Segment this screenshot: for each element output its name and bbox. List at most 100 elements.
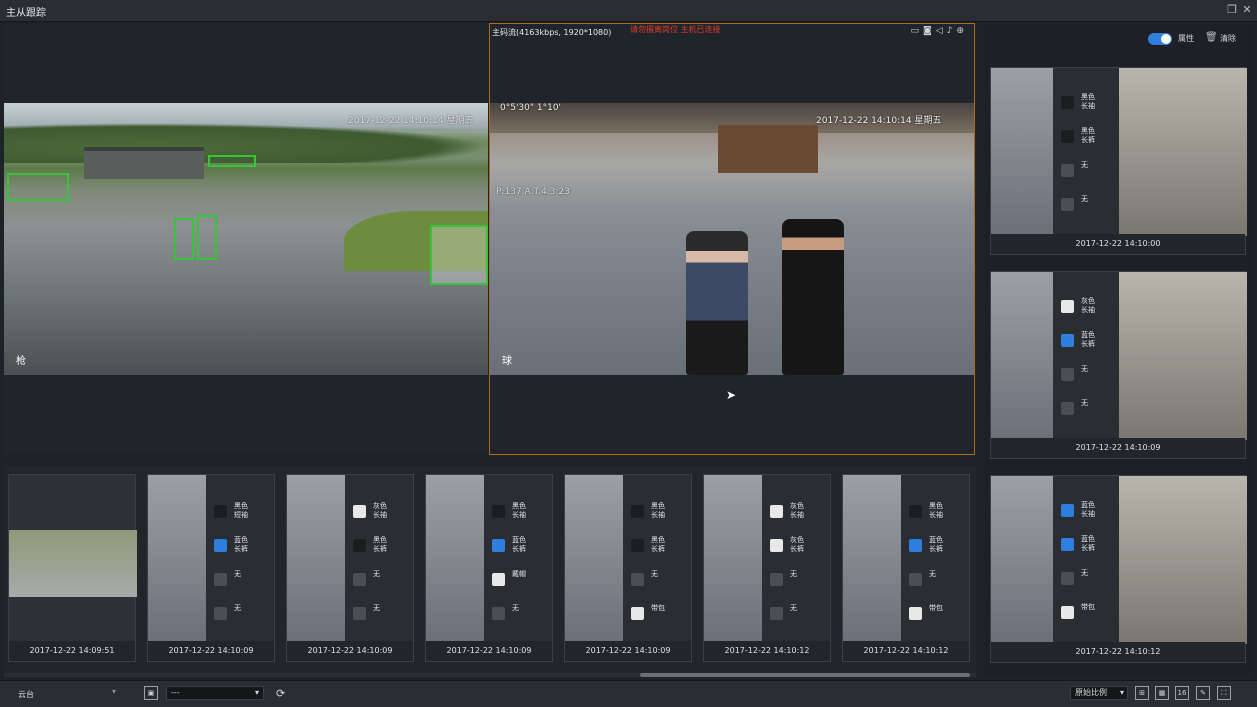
capture-card[interactable]: 灰色 长袖 黑色 长裤无无 2017-12-22 14:10:09 (286, 474, 414, 662)
attribute-row: 无 (1053, 160, 1119, 184)
refresh-icon[interactable]: ⟳ (276, 687, 285, 700)
vehicle-image (9, 530, 137, 597)
capture-timestamp: 2017-12-22 14:09:51 (9, 641, 135, 661)
attribute-text: 无 (234, 570, 241, 578)
capture-timestamp: 2017-12-22 14:10:12 (704, 641, 830, 661)
attribute-row: 黑色 长袖 (623, 501, 691, 525)
hat-icon (1061, 164, 1074, 177)
attribute-row: 蓝色 长裤 (1053, 534, 1119, 558)
mouse-cursor: ➤ (726, 388, 737, 402)
attribute-row: 灰色 长袖 (1053, 296, 1119, 320)
bag-icon (353, 607, 366, 620)
dome-camera-video[interactable]: 0°5'30" 1°10' 2017-12-22 14:10:14 星期五 P:… (490, 103, 974, 375)
ratio-select[interactable]: 原始比例 ▾ (1070, 686, 1128, 700)
attribute-list: 灰色 长袖 蓝色 长裤无无 (1053, 272, 1119, 440)
attribute-row: 带包 (623, 603, 691, 627)
preset-select[interactable]: --- ▾ (166, 686, 264, 700)
bag-icon (770, 607, 783, 620)
attribute-row: 黑色 长裤 (1053, 126, 1119, 150)
top-icon (492, 505, 505, 518)
toggle-switch[interactable] (1148, 33, 1172, 45)
attribute-text: 无 (373, 570, 380, 578)
bag-icon (1061, 606, 1074, 619)
osd-time: 2017-12-22 14:10:14 星期五 (816, 116, 942, 126)
edit-icon[interactable]: ✎ (1196, 686, 1210, 700)
mic-icon[interactable]: ♪ (947, 26, 957, 36)
person-body-image (426, 475, 484, 643)
vehicle-detection-box (7, 173, 69, 201)
chevron-down-icon[interactable]: ▾ (112, 687, 116, 696)
capture-card[interactable]: 黑色 短袖 蓝色 长裤无无 2017-12-22 14:10:09 (147, 474, 275, 662)
fullscreen-icon[interactable]: ⛶ (1217, 686, 1231, 700)
hat-icon (353, 573, 366, 586)
person-body-image (991, 476, 1053, 644)
snapshot-icon[interactable]: ◙ (923, 26, 936, 36)
attribute-text: 黑色 长袖 (512, 502, 526, 519)
attribute-text: 无 (1081, 365, 1088, 373)
strip-scrollbar[interactable] (4, 673, 976, 677)
attribute-text: 蓝色 长裤 (1081, 331, 1095, 348)
attribute-text: 无 (1081, 399, 1088, 407)
attribute-row: 无 (345, 603, 413, 627)
chevron-down-icon: ▾ (254, 688, 259, 697)
capture-card[interactable]: 黑色 长袖 黑色 长裤无带包 2017-12-22 14:10:09 (564, 474, 692, 662)
person-body-image (843, 475, 901, 643)
hat-icon (214, 573, 227, 586)
face-image (1119, 272, 1247, 440)
attribute-text: 无 (373, 604, 380, 612)
pants-icon (214, 539, 227, 552)
attribute-text: 蓝色 长袖 (1081, 501, 1095, 518)
restore-icon[interactable]: ❐ (1225, 3, 1239, 17)
attribute-list: 黑色 长袖 黑色 长裤无无 (1053, 68, 1119, 236)
top-icon (1061, 96, 1074, 109)
attribute-list: 灰色 长袖 灰色 长裤无无 (762, 475, 830, 643)
capture-card[interactable]: 黑色 长袖 蓝色 长裤无带包 2017-12-22 14:10:12 (842, 474, 970, 662)
attribute-list: 黑色 长袖 蓝色 长裤 戴帽无 (484, 475, 552, 643)
layout-4-icon[interactable]: ⊞ (1135, 686, 1149, 700)
attribute-list: 蓝色 长袖 蓝色 长裤无带包 (1053, 476, 1119, 644)
attribute-toggle-label: 属性 (1178, 34, 1194, 43)
attribute-text: 灰色 长袖 (790, 502, 804, 519)
pants-icon (1061, 130, 1074, 143)
trash-icon[interactable]: 🗑 (1205, 32, 1218, 43)
bottom-toolbar: 云台 ▾ ▣ --- ▾ ⟳ 原始比例 ▾ ⊞ ▦ 16 ✎ ⛶ (0, 680, 1257, 707)
capture-card[interactable]: 灰色 长袖 蓝色 长裤无无 2017-12-22 14:10:09 (990, 271, 1247, 459)
bullet-camera-pane[interactable]: 2017-12-22 14:10:14 星期五 枪 (4, 24, 488, 454)
attribute-text: 蓝色 长裤 (234, 536, 248, 553)
top-icon (214, 505, 227, 518)
capture-timestamp: 2017-12-22 14:10:12 (991, 642, 1245, 662)
layout-16-button[interactable]: 16 (1175, 686, 1189, 700)
save-icon[interactable]: ▣ (144, 686, 158, 700)
top-icon (1061, 300, 1074, 313)
ratio-value: 原始比例 (1075, 688, 1107, 697)
capture-card[interactable]: 蓝色 长袖 蓝色 长裤无带包 2017-12-22 14:10:12 (990, 475, 1247, 663)
osd-ptz: 0°5'30" 1°10' (500, 103, 562, 113)
window-title: 主从跟踪 (6, 8, 46, 19)
strip-scroll-thumb[interactable] (640, 673, 970, 677)
attribute-row: 蓝色 长袖 (1053, 500, 1119, 524)
attribute-text: 灰色 长袖 (1081, 297, 1095, 314)
attribute-row: 无 (762, 603, 830, 627)
layout-9-icon[interactable]: ▦ (1155, 686, 1169, 700)
clear-button[interactable]: 清除 (1220, 33, 1236, 44)
vehicle-detection-box (430, 225, 488, 285)
attribute-text: 黑色 长裤 (1081, 127, 1095, 144)
audio-icon[interactable]: ◁ (936, 26, 947, 36)
attribute-text: 蓝色 长裤 (512, 536, 526, 553)
attribute-row: 黑色 长裤 (345, 535, 413, 559)
attribute-text: 无 (790, 570, 797, 578)
capture-card[interactable]: 2017-12-22 14:09:51 (8, 474, 137, 662)
pane-toolbar: ▭◙◁♪⊕ (911, 26, 968, 36)
attribute-row: 无 (762, 569, 830, 593)
capture-card[interactable]: 灰色 长袖 灰色 长裤无无 2017-12-22 14:10:12 (703, 474, 831, 662)
ptz-label: 云台 (18, 690, 34, 699)
capture-card[interactable]: 黑色 长袖 黑色 长裤无无 2017-12-22 14:10:00 (990, 67, 1247, 255)
bullet-camera-video[interactable]: 2017-12-22 14:10:14 星期五 枪 (4, 103, 488, 375)
hat-icon (631, 573, 644, 586)
person-body-image (148, 475, 206, 643)
capture-card[interactable]: 黑色 长袖 蓝色 长裤 戴帽无 2017-12-22 14:10:09 (425, 474, 553, 662)
close-icon[interactable]: ✕ (1240, 3, 1254, 17)
camera-icon[interactable]: ▭ (911, 26, 924, 36)
capture-strip: 2017-12-22 14:09:51 黑色 短袖 蓝色 长裤无无 2017-12-2… (4, 466, 976, 677)
zoom-icon[interactable]: ⊕ (956, 26, 968, 36)
